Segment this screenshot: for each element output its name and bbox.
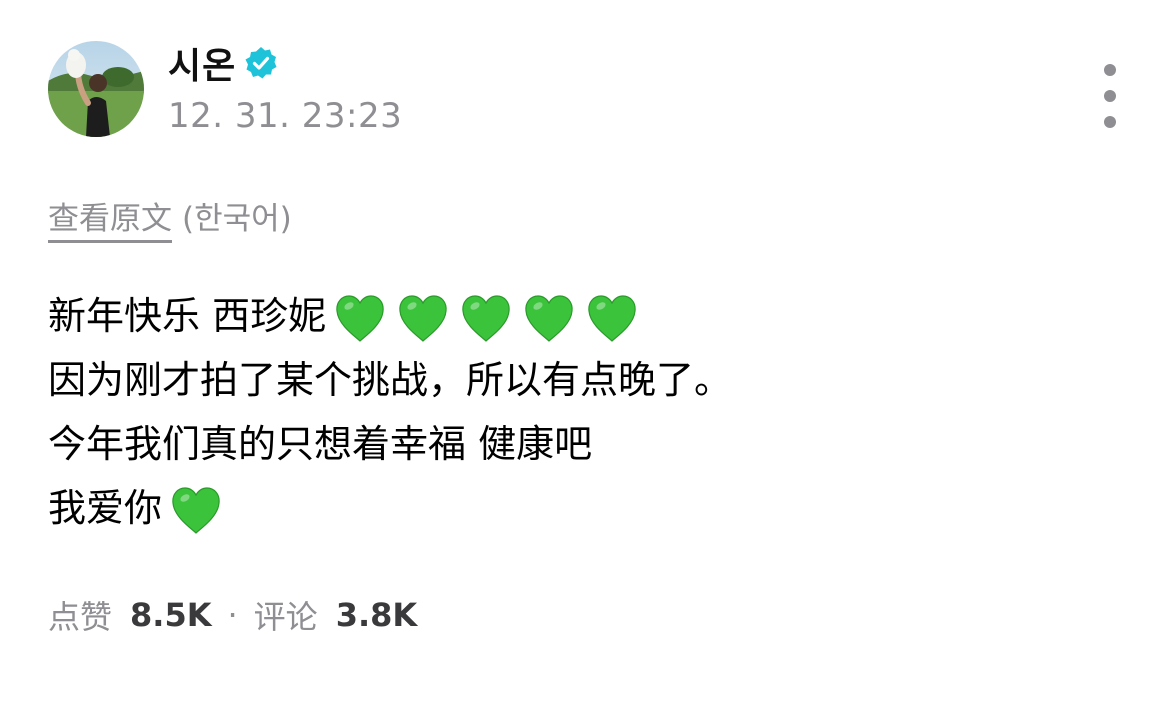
author-name[interactable]: 시온	[168, 37, 236, 89]
heart-group	[326, 284, 640, 348]
post-line: 我爱你	[48, 476, 1108, 540]
green-heart-icon	[168, 483, 224, 539]
comments-stat[interactable]: 评论 3.8K	[254, 592, 418, 638]
post-line-text: 今年我们真的只想着幸福 健康吧	[48, 422, 593, 466]
green-heart-icon	[395, 291, 451, 347]
heart-group	[162, 476, 224, 540]
likes-label: 点赞	[48, 598, 113, 636]
green-heart-icon	[584, 291, 640, 347]
green-heart-icon	[332, 291, 388, 347]
verified-badge-icon	[244, 46, 278, 80]
view-original-link[interactable]: 查看原文	[48, 193, 172, 243]
post-line: 因为刚才拍了某个挑战，所以有点晚了。	[48, 348, 1108, 412]
post-card: 시온 12. 31. 23:23 查看原文 (한국어) 新年快乐 西珍妮 因为刚…	[0, 0, 1170, 728]
comments-label: 评论	[253, 598, 318, 636]
post-line-text: 我爱你	[48, 486, 163, 530]
likes-count: 8.5K	[130, 596, 212, 634]
more-dot-icon	[1104, 64, 1116, 76]
likes-stat[interactable]: 点赞 8.5K	[48, 592, 212, 638]
post-body: 新年快乐 西珍妮 因为刚才拍了某个挑战，所以有点晚了。 今年我们真的只想着幸福 …	[48, 284, 1108, 540]
post-timestamp: 12. 31. 23:23	[168, 96, 403, 136]
original-language-label: (한국어)	[182, 201, 292, 237]
comments-count: 3.8K	[335, 596, 418, 634]
more-options-button[interactable]	[1096, 64, 1124, 128]
post-line-text: 新年快乐 西珍妮	[48, 294, 327, 338]
stats-separator: ·	[227, 596, 238, 634]
more-dot-icon	[1104, 90, 1116, 102]
green-heart-icon	[458, 291, 514, 347]
post-line: 今年我们真的只想着幸福 健康吧	[48, 412, 1108, 476]
stats-row: 点赞 8.5K · 评论 3.8K	[48, 592, 417, 638]
avatar[interactable]	[48, 41, 144, 137]
post-line-text: 因为刚才拍了某个挑战，所以有点晚了。	[48, 358, 733, 402]
post-line: 新年快乐 西珍妮	[48, 284, 1108, 348]
translate-row: 查看原文 (한국어)	[48, 193, 292, 243]
green-heart-icon	[521, 291, 577, 347]
more-dot-icon	[1104, 116, 1116, 128]
author-row: 시온	[168, 38, 278, 88]
